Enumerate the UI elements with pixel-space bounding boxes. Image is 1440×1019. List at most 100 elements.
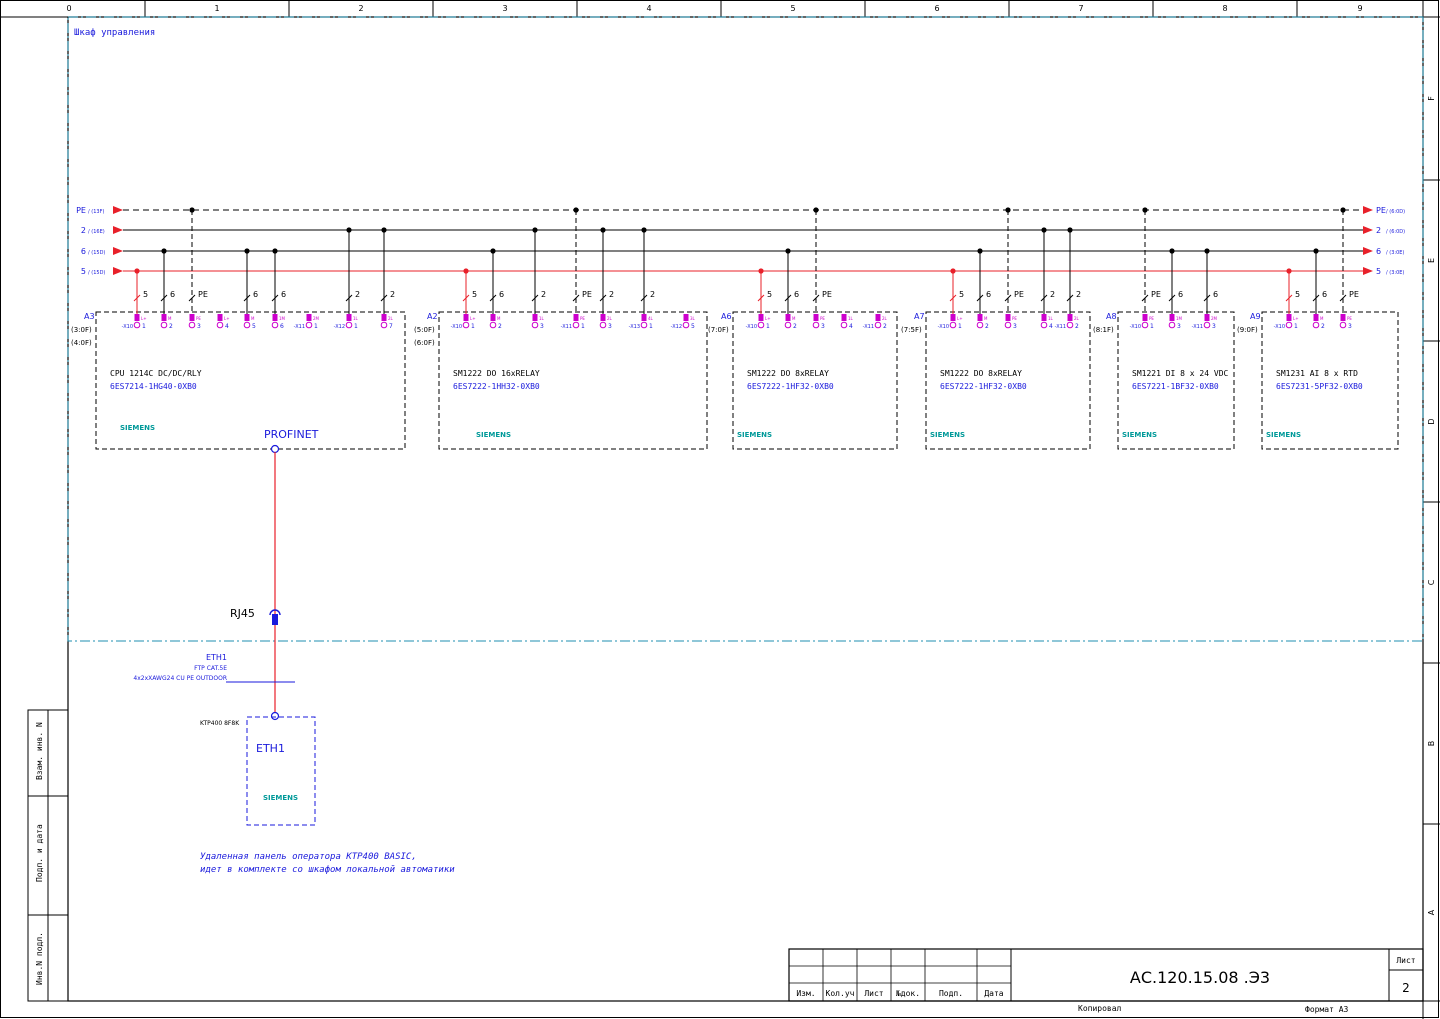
terminal-signal: 3L — [690, 316, 696, 321]
column-label: 9 — [1357, 4, 1362, 13]
terminal-contact — [134, 314, 140, 321]
terminal-pin: 1 — [958, 323, 962, 330]
terminal-connector: -X11 — [1055, 324, 1066, 330]
sheet-number: 2 — [1402, 981, 1410, 995]
column-label: 8 — [1222, 4, 1227, 13]
module-a7: A7 (7:5F) SM1222 DO 8xRELAY 6ES7222-1HF32-0… — [901, 207, 1091, 450]
terminal-pin: 5 — [691, 323, 695, 330]
column-label: 3 — [502, 4, 507, 13]
junction-dot — [641, 227, 647, 233]
terminal-point — [1040, 321, 1048, 329]
title-block-header: Изм. — [796, 989, 815, 998]
rail-arrow-left — [113, 267, 123, 275]
column-ruler: 0 1 2 3 4 5 6 7 8 9 — [66, 0, 1363, 17]
module-name: SM1221 DI 8 x 24 VDC — [1132, 369, 1229, 378]
schematic-sheet: 0123456789 FEDCBA Шкаф управления PE / (1… — [0, 0, 1440, 1019]
junction-dot — [600, 227, 606, 233]
junction-dot — [272, 248, 278, 254]
module-box — [438, 311, 708, 450]
terminal-contact — [641, 314, 647, 321]
terminal-signal: 1L — [1048, 316, 1054, 321]
terminal-point — [757, 321, 765, 329]
terminal-point — [531, 321, 539, 329]
wire-number: PE — [582, 290, 592, 299]
module-order-number: 6ES7222-1HF32-0XB0 — [747, 382, 834, 391]
terminal-signal: L+ — [224, 316, 230, 321]
stamp-sign-date: Подп. и дата — [35, 824, 44, 882]
rail-ref-right: / (6:0D) — [1386, 229, 1405, 235]
terminal-pin: 4 — [1049, 323, 1053, 330]
panel-note-line-1: Удаленная панель оператора KTP400 BASIC, — [200, 852, 417, 862]
wire-number: 2 — [609, 290, 614, 299]
column-label: 6 — [934, 4, 939, 13]
module-brand: SIEMENS — [476, 431, 511, 439]
terminal-signal: 4L — [648, 316, 654, 321]
rail-ref-left: / (15D) — [88, 250, 105, 256]
module-tag: A2 — [427, 312, 438, 321]
terminal-contact — [841, 314, 847, 321]
module-a8: A8 (8:1F) SM1221 DI 8 x 24 VDC 6ES7221-1BF3… — [1093, 207, 1235, 450]
terminal-connector: -X11 — [561, 324, 572, 330]
terminal-point — [216, 321, 224, 329]
terminal-point — [1141, 321, 1149, 329]
cabinet-title: Шкаф управления — [74, 28, 155, 38]
panel-port-label: ETH1 — [256, 742, 285, 755]
junction-dot — [244, 248, 250, 254]
terminal-contact — [875, 314, 881, 321]
module-brand: SIEMENS — [1266, 431, 1301, 439]
terminal-pin: 1 — [1150, 323, 1154, 330]
module-ref: (7:0F) — [708, 326, 729, 334]
wire-number: 2 — [390, 290, 395, 299]
terminal-signal: 1M — [279, 316, 286, 321]
terminal-point — [305, 321, 313, 329]
module-order-number: 6ES7222-1HF32-0XB0 — [940, 382, 1027, 391]
rail-arrow-right — [1363, 226, 1373, 234]
terminal-contact — [1286, 314, 1292, 321]
stamp-replace-inv: Взам. инв. N — [35, 722, 44, 780]
wire-number: PE — [198, 290, 208, 299]
rail-label-right: 6 — [1376, 247, 1381, 256]
terminal-contact — [785, 314, 791, 321]
terminal-contact — [1041, 314, 1047, 321]
terminal-pin: 1 — [649, 323, 653, 330]
terminal-point — [243, 321, 251, 329]
rail-label-right: PE — [1376, 206, 1386, 215]
terminal-point — [1285, 321, 1293, 329]
junction-dot — [1340, 207, 1346, 213]
terminal-point — [160, 321, 168, 329]
rail-ref-right: / (3:0E) — [1386, 250, 1404, 256]
column-label: 0 — [66, 4, 71, 13]
junction-dot — [346, 227, 352, 233]
column-label: 4 — [646, 4, 651, 13]
copied-label: Копировал — [1078, 1004, 1122, 1013]
stamp-inv-original: Инв.N подл. — [35, 932, 44, 985]
terminal-connector: -X11 — [1192, 324, 1203, 330]
terminal-connector: -X10 — [1274, 324, 1285, 330]
terminal-point — [345, 321, 353, 329]
terminal-signal: L+ — [141, 316, 147, 321]
terminal-signal: M — [984, 316, 988, 321]
title-block-header: Лист — [864, 989, 883, 998]
rail-ref-right: / (6:0D) — [1386, 209, 1405, 215]
terminal-pin: 3 — [821, 323, 825, 330]
module-box — [1261, 311, 1399, 450]
terminal-pin: 1 — [766, 323, 770, 330]
column-label: 7 — [1078, 4, 1083, 13]
terminal-contact — [573, 314, 579, 321]
junction-dot — [1204, 248, 1210, 254]
junction-dot — [1041, 227, 1047, 233]
module-a6: A6 (7:0F) SM1222 DO 8xRELAY 6ES7222-1HF32-0… — [708, 207, 898, 450]
terminal-signal: 1L — [848, 316, 854, 321]
wire-number: 2 — [1076, 290, 1081, 299]
wire-number: 6 — [499, 290, 504, 299]
terminal-contact — [306, 314, 312, 321]
title-block-header: №док. — [895, 989, 920, 998]
junction-dot — [134, 268, 140, 274]
terminal-contact — [950, 314, 956, 321]
junction-dot — [1005, 207, 1011, 213]
wire-number: 6 — [986, 290, 991, 299]
terminal-pin: 4 — [849, 323, 853, 330]
terminal-connector: -X10 — [451, 324, 462, 330]
row-label: E — [1427, 258, 1436, 263]
terminal-point — [188, 321, 196, 329]
